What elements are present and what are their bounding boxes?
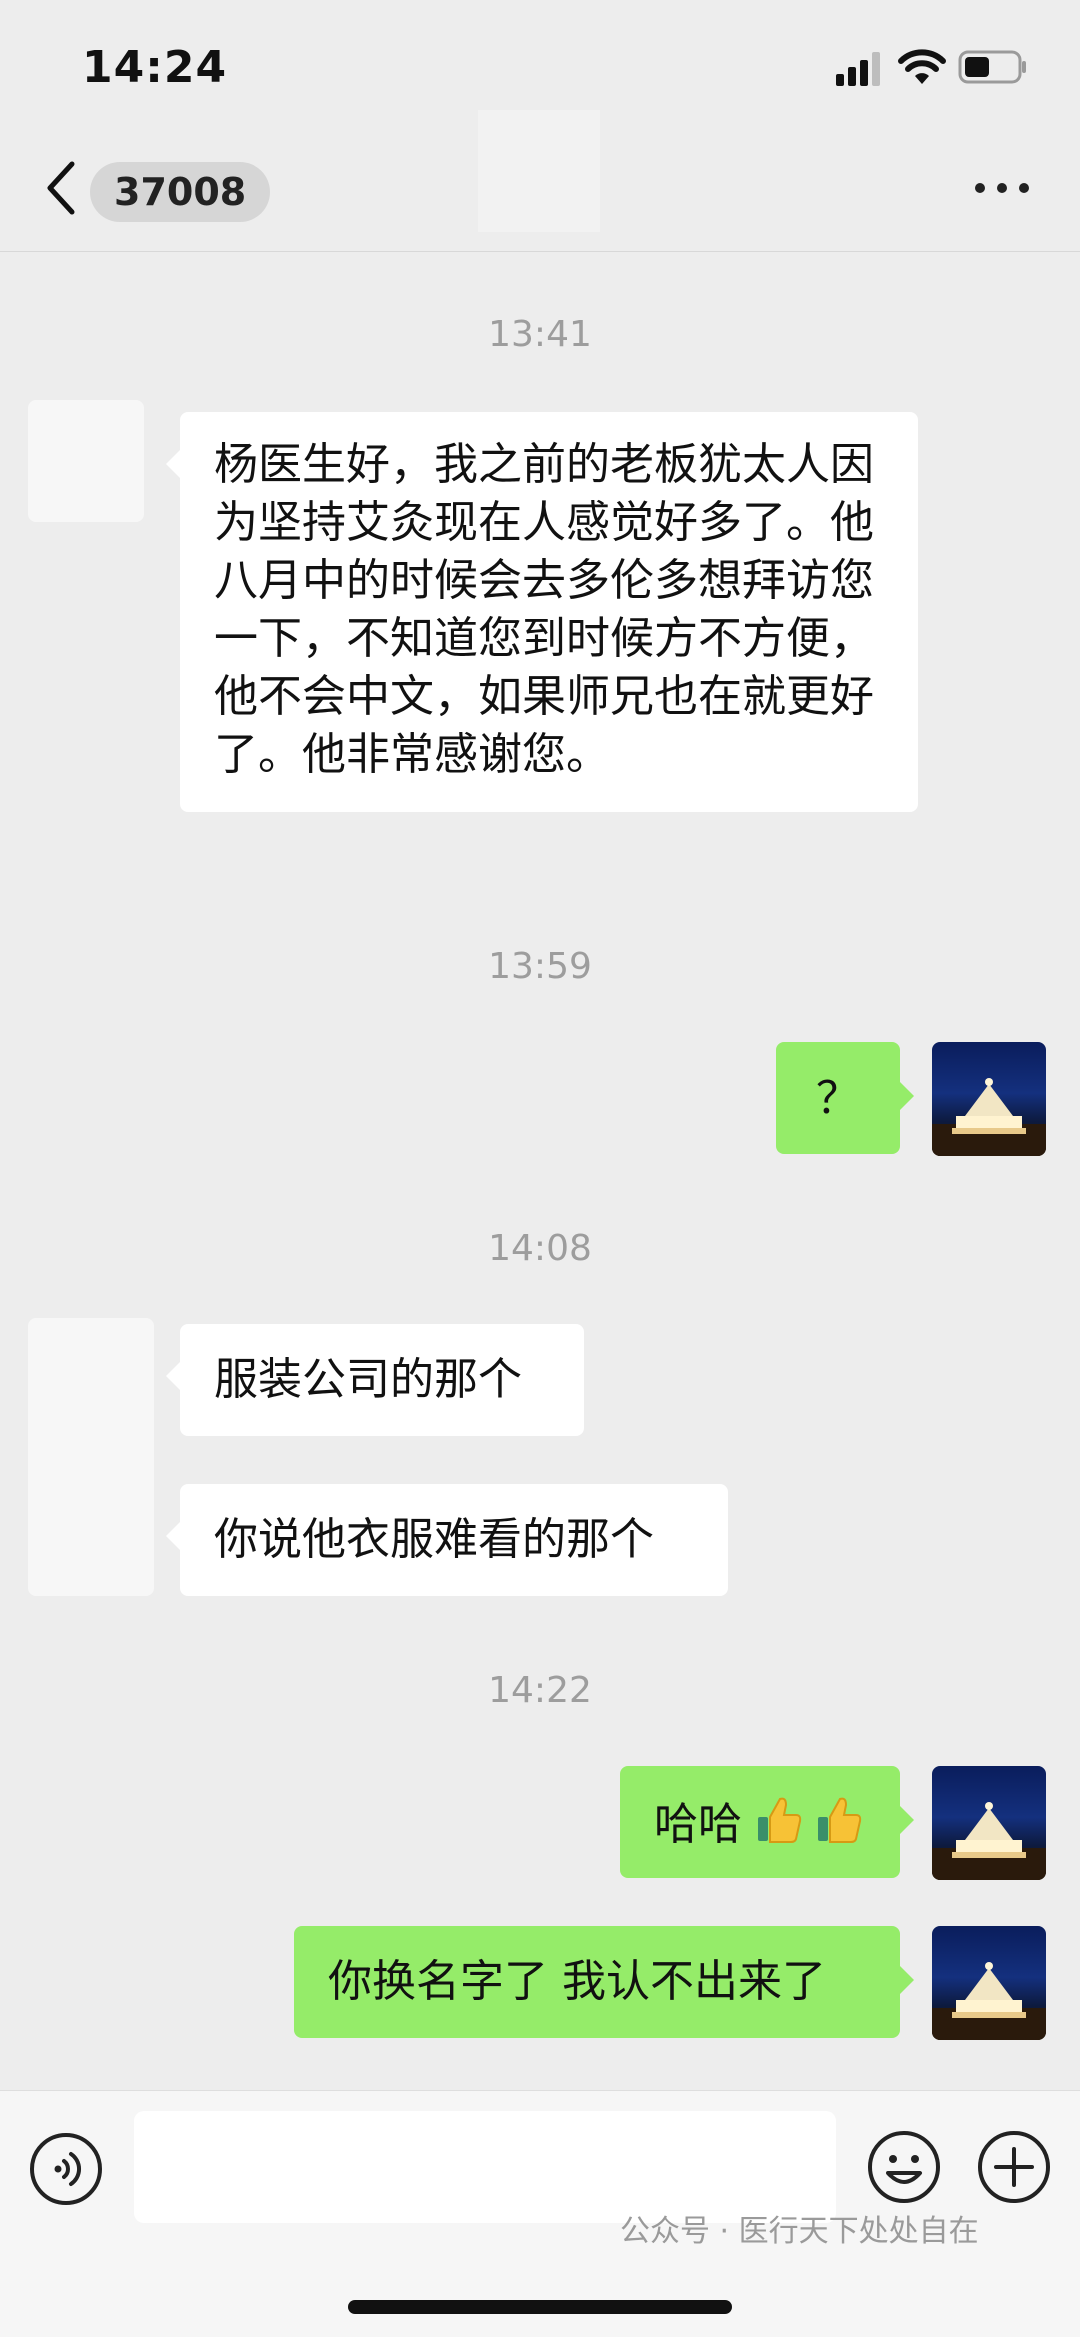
incoming-message-bubble[interactable]: 杨医生好，我之前的老板犹太人因为坚持艾灸现在人感觉好多了。他八月中的时候会去多伦…: [166, 412, 918, 812]
outgoing-message-bubble[interactable]: 你换名字了 我认不出来了: [294, 1926, 914, 2038]
timestamp: 13:41: [488, 314, 592, 355]
message-text: 杨医生好，我之前的老板犹太人因为坚持艾灸现在人感觉好多了。他八月中的时候会去多伦…: [214, 439, 874, 780]
back-chevron-icon[interactable]: [40, 158, 84, 218]
contact-name-pill[interactable]: 37008: [90, 162, 271, 222]
temple-photo-icon: [932, 1802, 1046, 1880]
message-text: ？: [816, 1073, 860, 1124]
chat-header: 37008: [0, 110, 1080, 252]
header-avatar-placeholder: [478, 110, 600, 232]
status-time: 14:24: [82, 42, 228, 93]
message-text: 你说他衣服难看的那个: [214, 1514, 654, 1565]
voice-input-icon[interactable]: [28, 2131, 104, 2207]
thumbs-up-emoji-icon: [818, 1797, 862, 1843]
thumbs-up-emoji-icon: [758, 1797, 802, 1843]
message-text: 哈哈: [654, 1799, 742, 1850]
watermark: 公众号 · 医行天下处处自在: [620, 2214, 979, 2249]
my-avatar[interactable]: [932, 1766, 1046, 1880]
contact-avatar[interactable]: [28, 1318, 154, 1596]
cellular-signal-icon: [836, 52, 880, 86]
more-options-icon[interactable]: [972, 176, 1032, 200]
timestamp: 14:22: [488, 1670, 592, 1711]
incoming-message-bubble[interactable]: 服装公司的那个: [166, 1324, 584, 1436]
wifi-icon: [898, 49, 946, 84]
temple-photo-icon: [932, 1078, 1046, 1156]
status-bar: 14:24: [0, 0, 1080, 120]
message-text: 你换名字了 我认不出来了: [328, 1956, 826, 2007]
timestamp: 13:59: [488, 946, 592, 987]
message-text: 服装公司的那个: [214, 1354, 522, 1405]
outgoing-message-bubble[interactable]: ？: [776, 1042, 914, 1154]
contact-avatar[interactable]: [28, 400, 144, 522]
my-avatar[interactable]: [932, 1926, 1046, 2040]
my-avatar[interactable]: [932, 1042, 1046, 1156]
emoji-icon[interactable]: [866, 2129, 942, 2205]
timestamp: 14:08: [488, 1228, 592, 1269]
incoming-message-bubble[interactable]: 你说他衣服难看的那个: [166, 1484, 728, 1596]
battery-icon: [958, 50, 1026, 84]
temple-photo-icon: [932, 1962, 1046, 2040]
plus-add-icon[interactable]: [976, 2129, 1052, 2205]
outgoing-message-bubble[interactable]: 哈哈: [620, 1766, 914, 1878]
home-indicator[interactable]: [348, 2300, 732, 2314]
